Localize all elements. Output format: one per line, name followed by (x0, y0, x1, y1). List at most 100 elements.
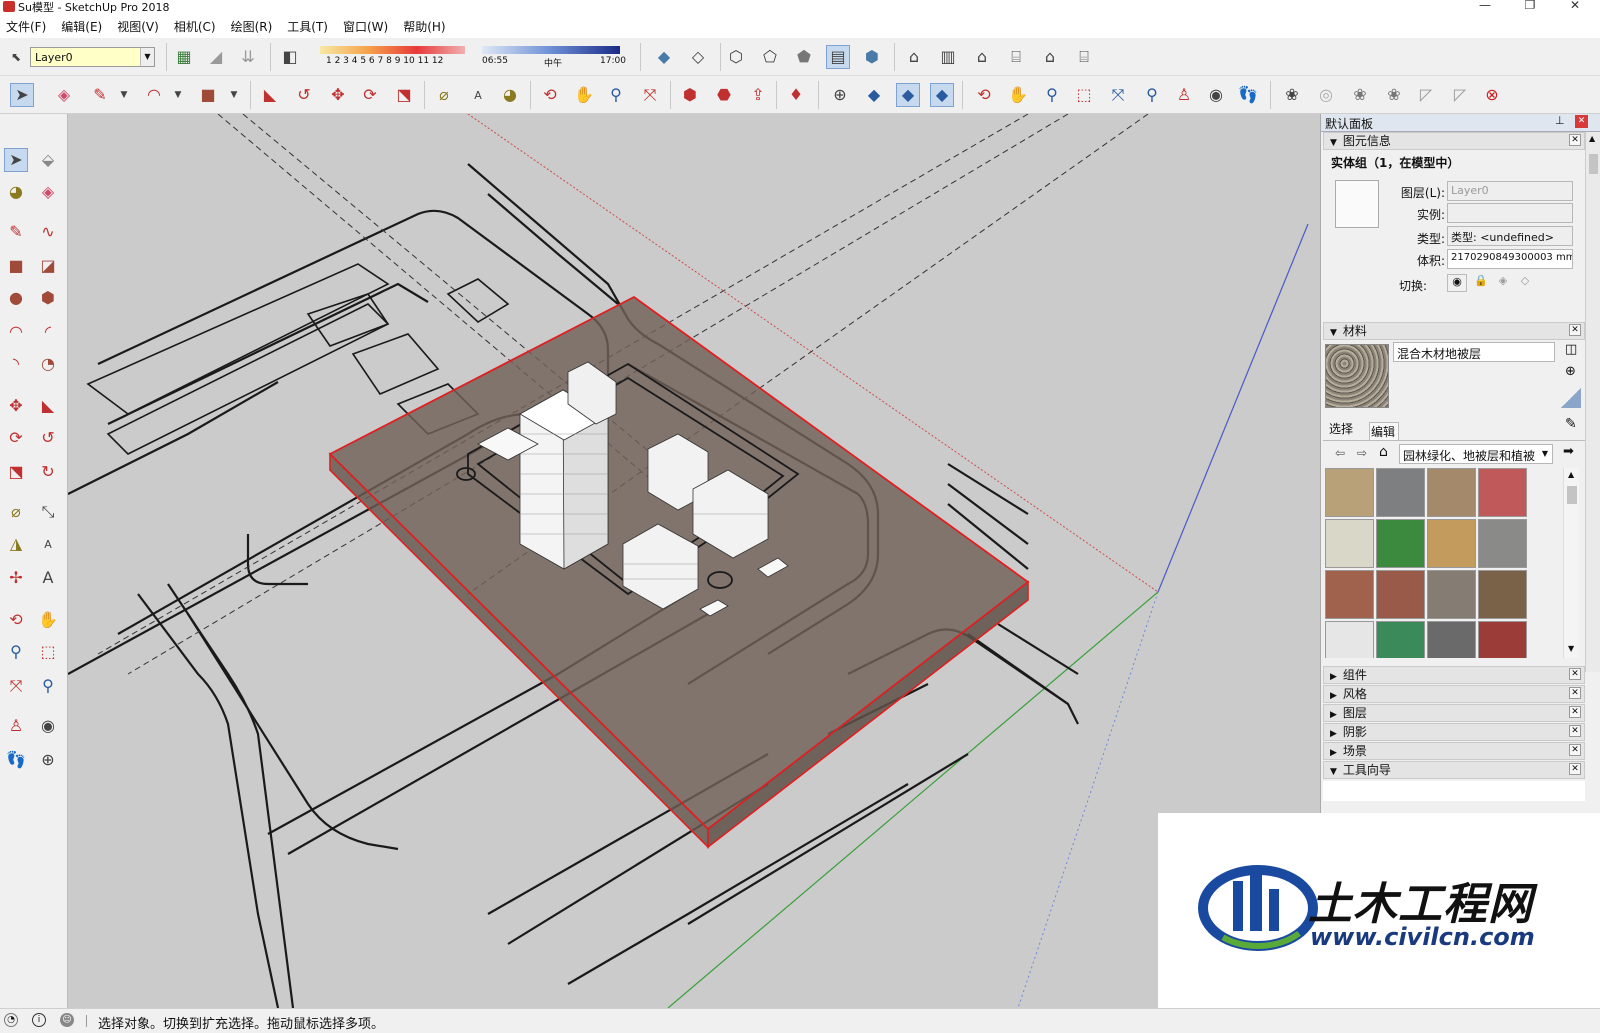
look-around-icon[interactable]: ◉ (1204, 83, 1228, 107)
swatch-scrollbar[interactable]: ▲ ▼ (1563, 468, 1579, 658)
iso-view-icon[interactable]: ⌂ (902, 45, 926, 69)
xray-icon[interactable]: ◆ (652, 45, 676, 69)
material-swatch[interactable] (1325, 468, 1374, 517)
paint-bucket-icon[interactable]: ◕ (498, 83, 522, 107)
entity-info-header[interactable]: ▼ 图元信息 ✕ (1323, 132, 1585, 150)
material-swatch[interactable] (1478, 468, 1527, 517)
components-header[interactable]: ▶ 组件 ✕ (1323, 666, 1585, 684)
hidden-line-icon[interactable]: ⬠ (758, 45, 782, 69)
offset-icon[interactable]: ↻ (36, 460, 60, 484)
material-swatch[interactable] (1325, 621, 1374, 658)
orbit-camera-icon[interactable]: ⟲ (972, 83, 996, 107)
material-swatch[interactable] (1376, 468, 1425, 517)
make-component-icon[interactable]: ⬙ (36, 148, 60, 172)
close-panel-icon[interactable]: ✕ (1569, 725, 1581, 737)
maximize-button[interactable]: ❐ (1507, 0, 1553, 12)
section-plane-icon[interactable]: ◆ (862, 83, 886, 107)
walk-icon[interactable]: 👣 (4, 748, 28, 772)
material-swatch[interactable] (1376, 621, 1425, 658)
tray-close-icon[interactable]: ✕ (1575, 115, 1588, 128)
add-location-icon[interactable]: ◢ (204, 45, 228, 69)
close-panel-icon[interactable]: ✕ (1569, 668, 1581, 680)
look-around-icon[interactable]: ◉ (36, 714, 60, 738)
previous-view-icon[interactable]: ⚲ (1140, 83, 1164, 107)
previous-view-icon[interactable]: ⚲ (36, 674, 60, 698)
line-icon[interactable]: ✎ (4, 220, 28, 244)
home-icon[interactable]: ⌂ (1379, 444, 1388, 460)
follow-me-icon[interactable]: ↺ (36, 426, 60, 450)
eraser-icon[interactable]: ◈ (52, 83, 76, 107)
shaded-textures-icon[interactable]: ▤ (826, 45, 850, 69)
3d-text-icon[interactable]: A (36, 566, 60, 590)
select-tool-icon[interactable]: ➤ (4, 148, 28, 172)
shadows-header[interactable]: ▶ 阴影 ✕ (1323, 723, 1585, 741)
layers-header[interactable]: ▶ 图层 ✕ (1323, 704, 1585, 722)
minimize-button[interactable]: — (1462, 0, 1508, 12)
top-view-icon[interactable]: ▥ (936, 45, 960, 69)
warehouse-icon[interactable]: ⬢ (678, 83, 702, 107)
polygon-icon[interactable]: ⬢ (36, 286, 60, 310)
left-view-icon[interactable]: ⌸ (1072, 45, 1096, 69)
instance-input[interactable] (1447, 203, 1573, 223)
arc-icon[interactable]: ◠ (142, 83, 166, 107)
back-arrow-icon[interactable]: ⇦ (1335, 446, 1345, 460)
styles-header[interactable]: ▶ 风格 ✕ (1323, 685, 1585, 703)
eyedropper-icon[interactable]: ✎ (1565, 416, 1577, 432)
material-swatch[interactable] (1427, 621, 1476, 658)
type-select[interactable]: 类型: <undefined> (1447, 226, 1573, 246)
union-icon[interactable]: ❀ (1348, 83, 1372, 107)
material-swatch[interactable] (1478, 519, 1527, 568)
move-icon[interactable]: ✥ (326, 83, 350, 107)
pin-icon[interactable]: ⊥ (1555, 114, 1565, 127)
menu-camera[interactable]: 相机(C) (174, 18, 216, 35)
orbit-icon[interactable]: ⟲ (4, 608, 28, 632)
month-slider[interactable] (320, 46, 465, 54)
credits-icon[interactable]: i (32, 1013, 46, 1027)
right-view-icon[interactable]: ⌸ (1004, 45, 1028, 69)
select-tool-icon[interactable]: ➤ (10, 83, 34, 107)
tray-scrollbar[interactable]: ▲ (1585, 132, 1600, 672)
solid-tools-icon[interactable]: ⊗ (1480, 83, 1504, 107)
zoom-extents-camera-icon[interactable]: ⤧ (1106, 83, 1130, 107)
subtract-icon[interactable]: ❀ (1382, 83, 1406, 107)
outer-shell-icon[interactable]: ❀ (1280, 83, 1304, 107)
eraser-icon[interactable]: ◈ (36, 180, 60, 204)
tab-select[interactable]: 选择 (1329, 420, 1353, 437)
zoom-window-icon[interactable]: ⬚ (1072, 83, 1096, 107)
menu-draw[interactable]: 绘图(R) (231, 18, 273, 35)
close-panel-icon[interactable]: ✕ (1569, 744, 1581, 756)
section-display-icon[interactable]: ◆ (896, 83, 920, 107)
close-panel-icon[interactable]: ✕ (1569, 706, 1581, 718)
text-tool-icon[interactable]: A (466, 83, 490, 107)
forward-arrow-icon[interactable]: ⇨ (1357, 446, 1367, 460)
details-arrow-icon[interactable]: ➡ (1563, 444, 1574, 459)
menu-file[interactable]: 文件(F) (6, 18, 46, 35)
section-cuts-icon[interactable]: ◆ (930, 83, 954, 107)
text-tool-icon[interactable]: A (36, 532, 60, 556)
menu-edit[interactable]: 编辑(E) (61, 18, 102, 35)
default-material-icon[interactable] (1561, 388, 1581, 408)
rotated-rectangle-icon[interactable]: ◪ (36, 254, 60, 278)
two-point-arc-icon[interactable]: ◜ (36, 320, 60, 344)
material-name-input[interactable]: 混合木材地被层 (1393, 342, 1555, 362)
materials-header[interactable]: ▼ 材料 ✕ (1323, 322, 1585, 340)
menu-window[interactable]: 窗口(W) (343, 18, 388, 35)
user-account-icon[interactable]: ☺ (60, 1013, 74, 1027)
back-edges-icon[interactable]: ◇ (686, 45, 710, 69)
axes-icon[interactable]: ⊕ (828, 83, 852, 107)
close-button[interactable]: ✕ (1552, 0, 1598, 12)
push-pull-icon[interactable]: ◣ (36, 394, 60, 418)
back-view-icon[interactable]: ⌂ (1038, 45, 1062, 69)
toggle-terrain-icon[interactable]: ⇊ (236, 45, 260, 69)
split-icon[interactable]: ◸ (1448, 83, 1472, 107)
layer-manager-icon[interactable]: ⬉ (4, 45, 28, 69)
entity-layer-select[interactable]: Layer0 (1447, 181, 1573, 201)
layer-select[interactable]: Layer0 ▼ (30, 47, 155, 67)
push-pull-icon[interactable]: ◣ (258, 83, 282, 107)
map-icon[interactable]: ▦ (172, 45, 196, 69)
display-secondary-icon[interactable]: ◫ (1565, 342, 1577, 357)
zoom-icon[interactable]: ⚲ (4, 640, 28, 664)
scenes-header[interactable]: ▶ 场景 ✕ (1323, 742, 1585, 760)
pan-icon[interactable]: ✋ (36, 608, 60, 632)
zoom-extents-icon[interactable]: ⤧ (638, 83, 662, 107)
